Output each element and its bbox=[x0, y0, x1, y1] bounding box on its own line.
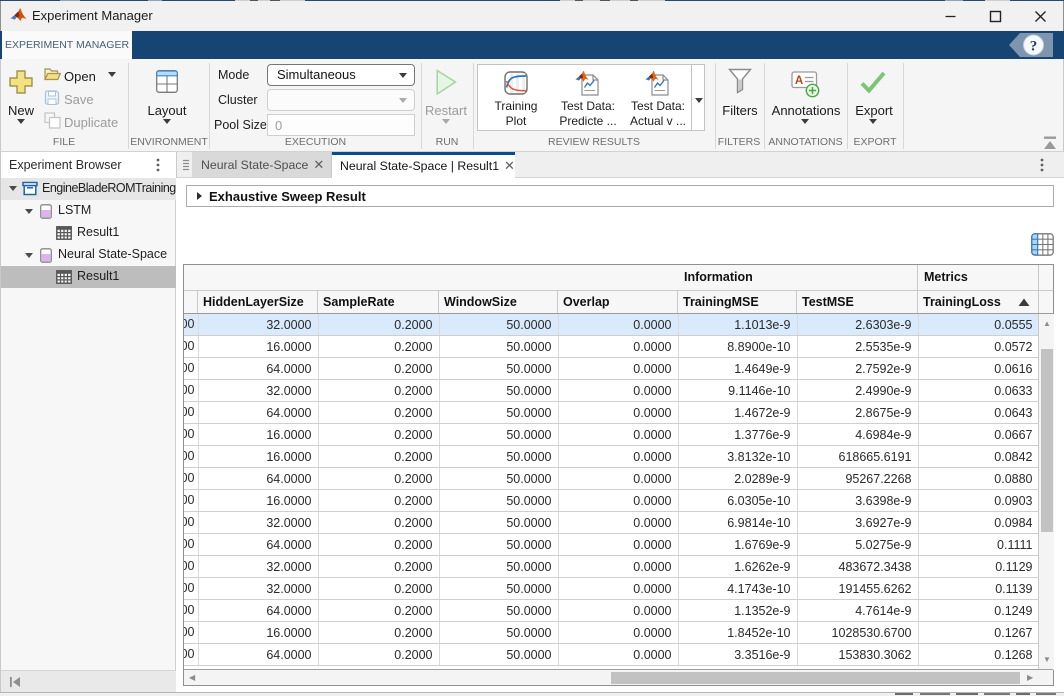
svg-text:A: A bbox=[795, 75, 803, 87]
svg-text:?: ? bbox=[1030, 39, 1038, 55]
